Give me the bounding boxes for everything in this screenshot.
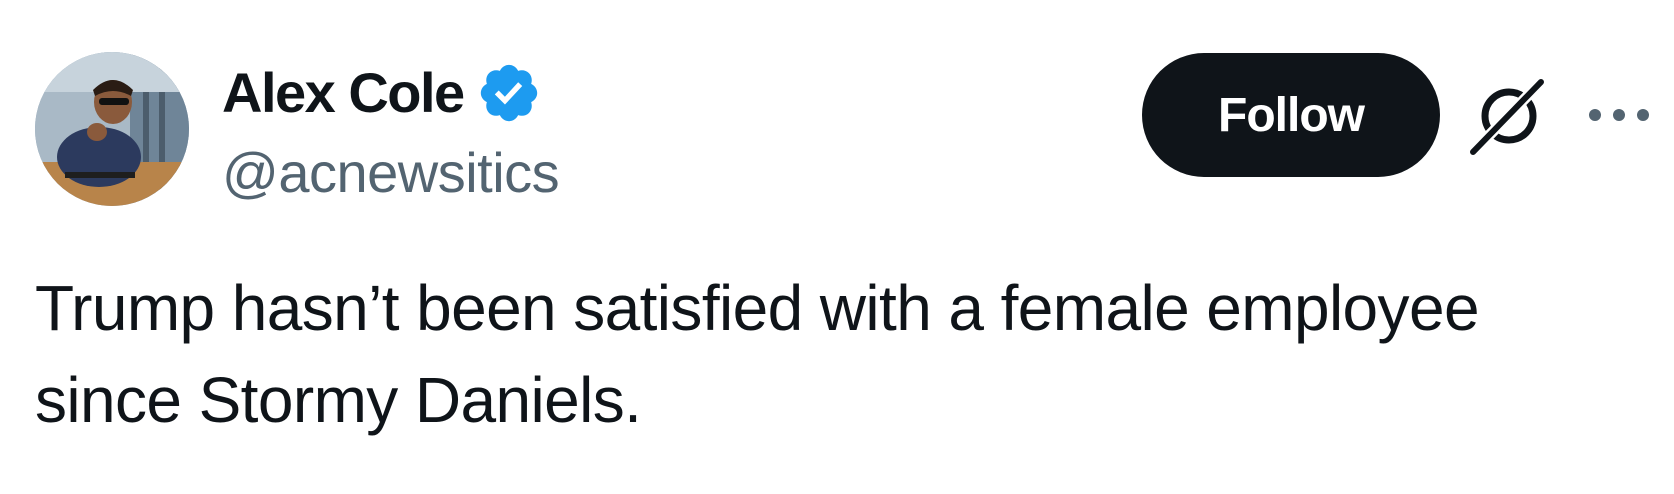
- user-handle[interactable]: @acnewsitics: [222, 138, 560, 208]
- tweet-text: Trump hasn’t been satisfied with a femal…: [35, 272, 1480, 436]
- avatar[interactable]: [35, 52, 189, 206]
- follow-button[interactable]: Follow: [1142, 53, 1440, 177]
- verified-badge-icon[interactable]: [476, 60, 542, 126]
- grok-icon[interactable]: [1467, 76, 1549, 158]
- tweet-card: Alex Cole @acnewsitics Follow Trump hasn…: [0, 0, 1674, 494]
- display-name[interactable]: Alex Cole: [222, 58, 465, 128]
- avatar-photo: [35, 52, 189, 206]
- more-options-icon[interactable]: [1584, 100, 1654, 130]
- name-row: Alex Cole: [222, 58, 542, 128]
